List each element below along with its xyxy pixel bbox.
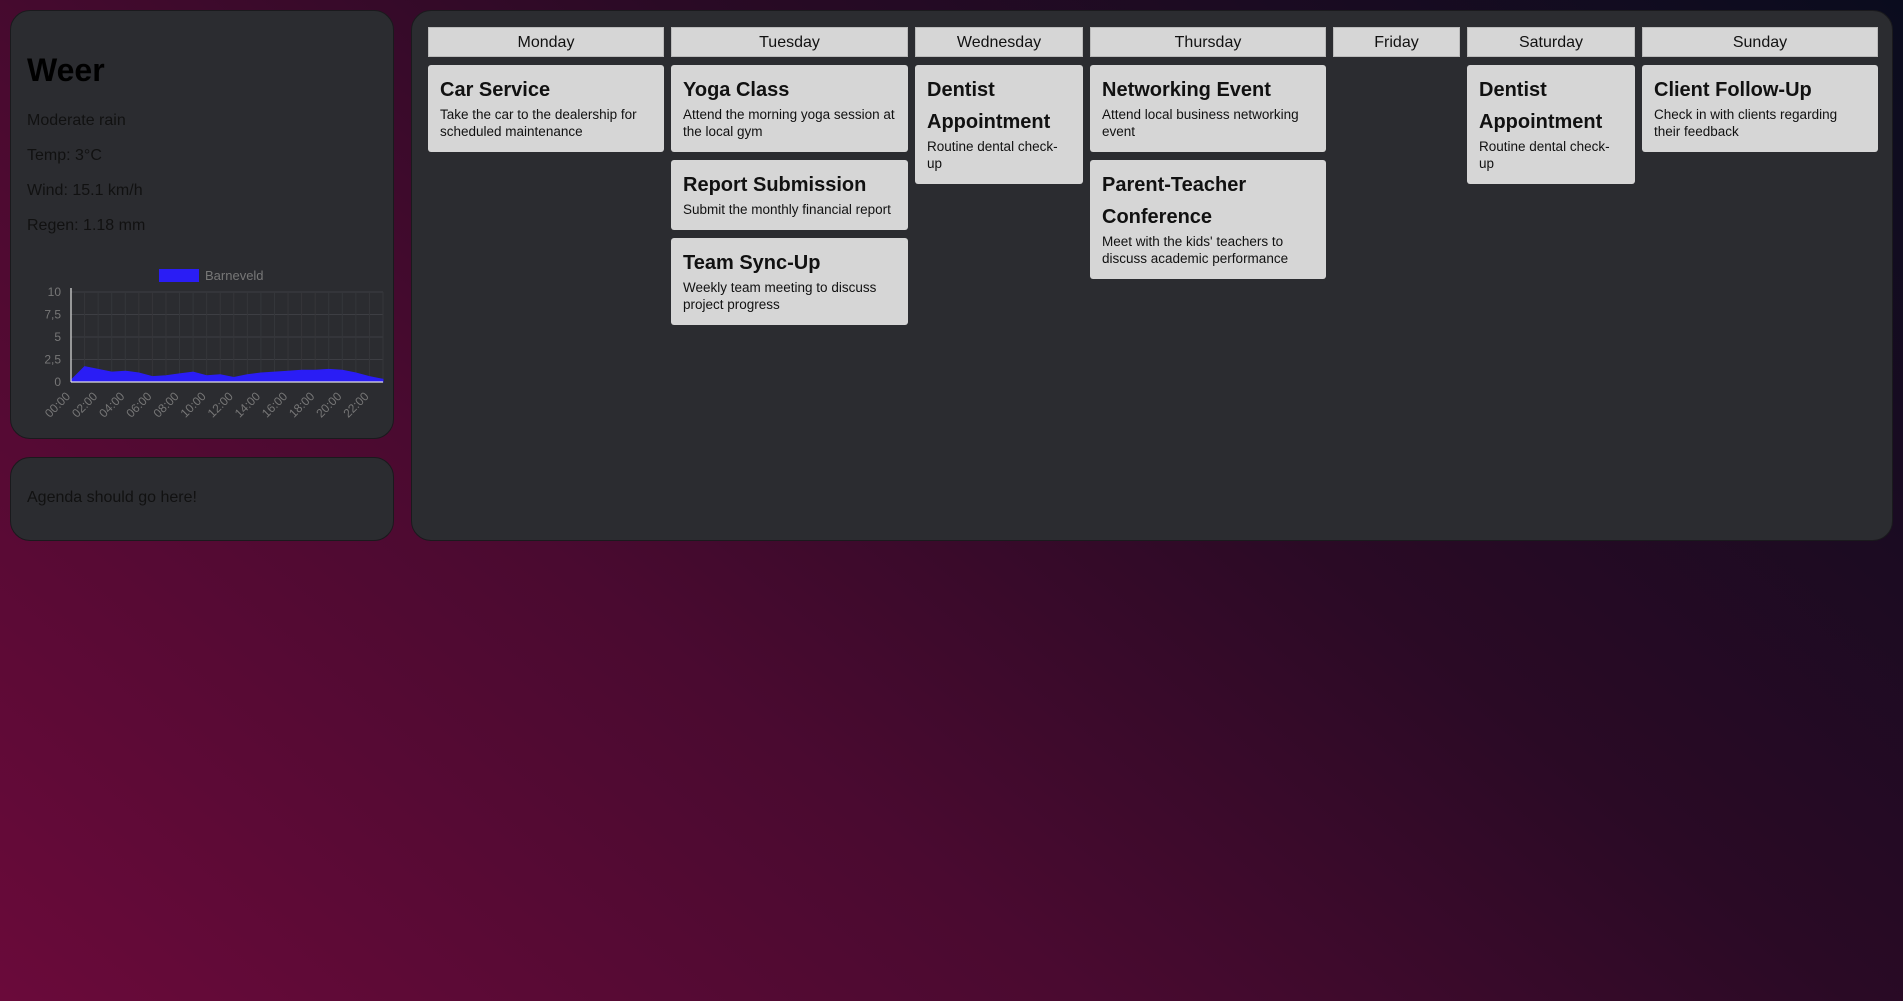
event-title: Car Service <box>440 79 551 101</box>
event-card[interactable]: Yoga Class Attend the morning yoga sessio… <box>671 65 908 152</box>
rain-chart: Barneveld 0 2,5 5 7,5 10 00:0002:0004:0006:000… <box>42 268 384 420</box>
day-header: Thursday <box>1090 27 1326 57</box>
y-tick-label: 7,5 <box>44 308 61 322</box>
weather-title: Weer <box>27 52 105 88</box>
weather-rain: Regen: 1.18 mm <box>27 217 146 234</box>
event-description: Check in with clients regarding their fe… <box>1654 107 1838 139</box>
day-header: Friday <box>1333 27 1460 57</box>
x-tick-label: 12:00 <box>205 389 236 420</box>
event-description: Attend local business networking event <box>1102 107 1299 139</box>
event-description: Routine dental check-up <box>927 139 1058 171</box>
agenda-placeholder-text: Agenda should go here! <box>27 489 197 506</box>
event-title: Team Sync-Up <box>683 252 821 274</box>
day-column-monday: Monday Car Service Take the car to the dea… <box>428 27 664 152</box>
weather-condition: Moderate rain <box>27 112 126 129</box>
x-tick-label: 14:00 <box>232 389 263 420</box>
event-title: Dentist Appointment <box>927 79 1051 133</box>
day-header: Tuesday <box>671 27 908 57</box>
day-column-wednesday: Wednesday Dentist Appointment Routine dent… <box>915 27 1083 184</box>
day-column-friday: Friday <box>1333 27 1460 57</box>
agenda-panel: Agenda should go here! <box>10 457 394 541</box>
y-tick-label: 10 <box>48 285 62 299</box>
x-tick-label: 08:00 <box>151 389 182 420</box>
event-description: Attend the morning yoga session at the l… <box>683 107 895 139</box>
event-card[interactable]: Team Sync-Up Weekly team meeting to discu… <box>671 238 908 325</box>
y-tick-label: 5 <box>54 330 61 344</box>
event-title: Report Submission <box>683 174 867 196</box>
event-description: Take the car to the dealership for sched… <box>440 107 637 139</box>
weather-panel: Weer Moderate rain Temp: 3°C Wind: 15.1 … <box>10 10 394 439</box>
legend-swatch <box>159 269 199 282</box>
x-tick-label: 16:00 <box>259 389 290 420</box>
y-tick-label: 2,5 <box>44 353 61 367</box>
event-title: Yoga Class <box>683 79 790 101</box>
x-tick-label: 10:00 <box>178 389 209 420</box>
event-title: Client Follow-Up <box>1654 79 1812 101</box>
y-tick-label: 0 <box>54 375 61 389</box>
day-header: Saturday <box>1467 27 1635 57</box>
day-column-thursday: Thursday Networking Event Attend local bus… <box>1090 27 1326 279</box>
event-card[interactable]: Report Submission Submit the monthly fina… <box>671 160 908 230</box>
event-card[interactable]: Networking Event Attend local business ne… <box>1090 65 1326 152</box>
weather-temp: Temp: 3°C <box>27 147 102 164</box>
event-card[interactable]: Parent-Teacher Conference Meet with the k… <box>1090 160 1326 279</box>
rain-area-series <box>70 366 384 383</box>
x-tick-label: 04:00 <box>96 389 127 420</box>
x-tick-label: 06:00 <box>123 389 154 420</box>
week-calendar-panel: Monday Car Service Take the car to the dea… <box>411 10 1893 541</box>
legend-label: Barneveld <box>205 268 264 283</box>
weather-wind: Wind: 15.1 km/h <box>27 182 143 199</box>
x-tick-label: 22:00 <box>340 389 371 420</box>
event-card[interactable]: Car Service Take the car to the dealershi… <box>428 65 664 152</box>
x-tick-label: 02:00 <box>69 389 100 420</box>
day-column-sunday: Sunday Client Follow-Up Check in with clie… <box>1642 27 1878 152</box>
event-description: Meet with the kids' teachers to discuss … <box>1102 234 1289 266</box>
event-title: Networking Event <box>1102 79 1271 101</box>
day-column-saturday: Saturday Dentist Appointment Routine denta… <box>1467 27 1635 184</box>
event-description: Routine dental check-up <box>1479 139 1610 171</box>
x-tick-label: 18:00 <box>286 389 317 420</box>
event-card[interactable]: Dentist Appointment Routine dental check-… <box>915 65 1083 184</box>
event-description: Submit the monthly financial report <box>683 202 891 217</box>
x-tick-label: 20:00 <box>313 389 344 420</box>
day-column-tuesday: Tuesday Yoga Class Attend the morning yoga… <box>671 27 908 325</box>
day-header: Wednesday <box>915 27 1083 57</box>
event-card[interactable]: Dentist Appointment Routine dental check-… <box>1467 65 1635 184</box>
x-tick-label: 00:00 <box>42 389 73 420</box>
event-title: Parent-Teacher Conference <box>1102 174 1247 228</box>
event-card[interactable]: Client Follow-Up Check in with clients re… <box>1642 65 1878 152</box>
day-header: Sunday <box>1642 27 1878 57</box>
event-title: Dentist Appointment <box>1479 79 1603 133</box>
event-description: Weekly team meeting to discuss project p… <box>683 280 877 312</box>
day-header: Monday <box>428 27 664 57</box>
